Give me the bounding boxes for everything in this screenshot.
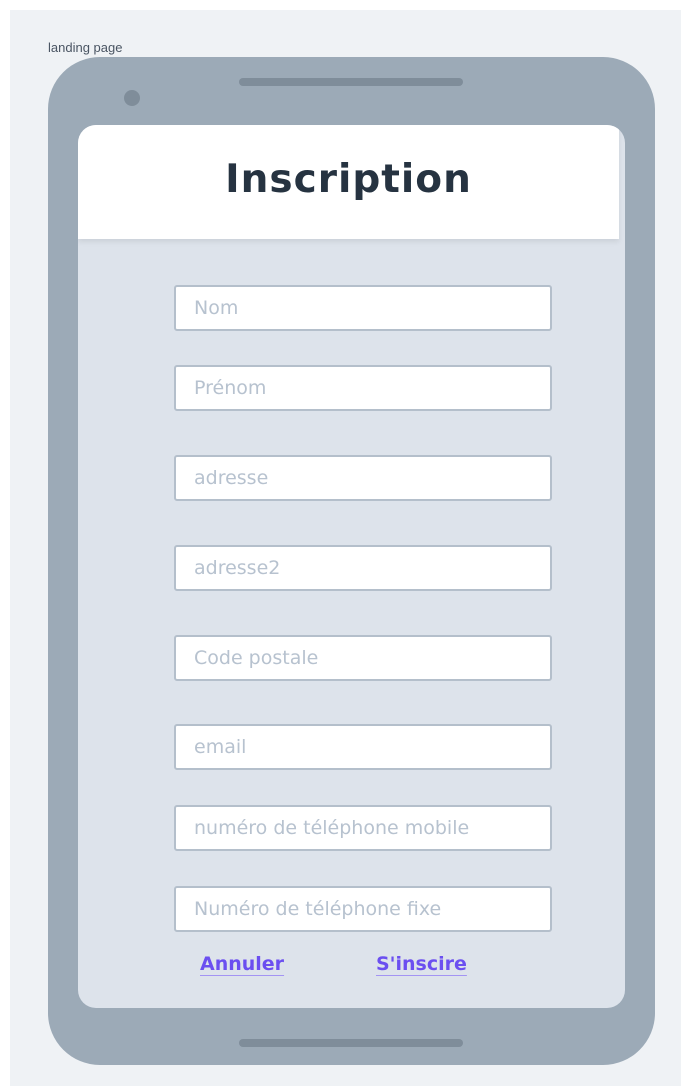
form-title: Inscription bbox=[225, 157, 472, 202]
prenom-input[interactable] bbox=[174, 365, 552, 411]
phone-mockup: Inscription Annuler S'inscire bbox=[48, 57, 655, 1065]
telephone-fixe-input[interactable] bbox=[174, 886, 552, 932]
adresse2-input[interactable] bbox=[174, 545, 552, 591]
telephone-mobile-input[interactable] bbox=[174, 805, 552, 851]
phone-screen: Inscription Annuler S'inscire bbox=[78, 125, 625, 1008]
signup-link[interactable]: S'inscire bbox=[376, 953, 467, 975]
nom-input[interactable] bbox=[174, 285, 552, 331]
phone-speaker bbox=[239, 78, 463, 86]
cancel-link[interactable]: Annuler bbox=[200, 953, 284, 975]
phone-camera bbox=[124, 90, 140, 106]
code-postale-input[interactable] bbox=[174, 635, 552, 681]
frame-label: landing page bbox=[48, 40, 123, 55]
adresse-input[interactable] bbox=[174, 455, 552, 501]
email-input[interactable] bbox=[174, 724, 552, 770]
form-header: Inscription bbox=[78, 125, 619, 239]
phone-home-bar bbox=[239, 1039, 463, 1047]
